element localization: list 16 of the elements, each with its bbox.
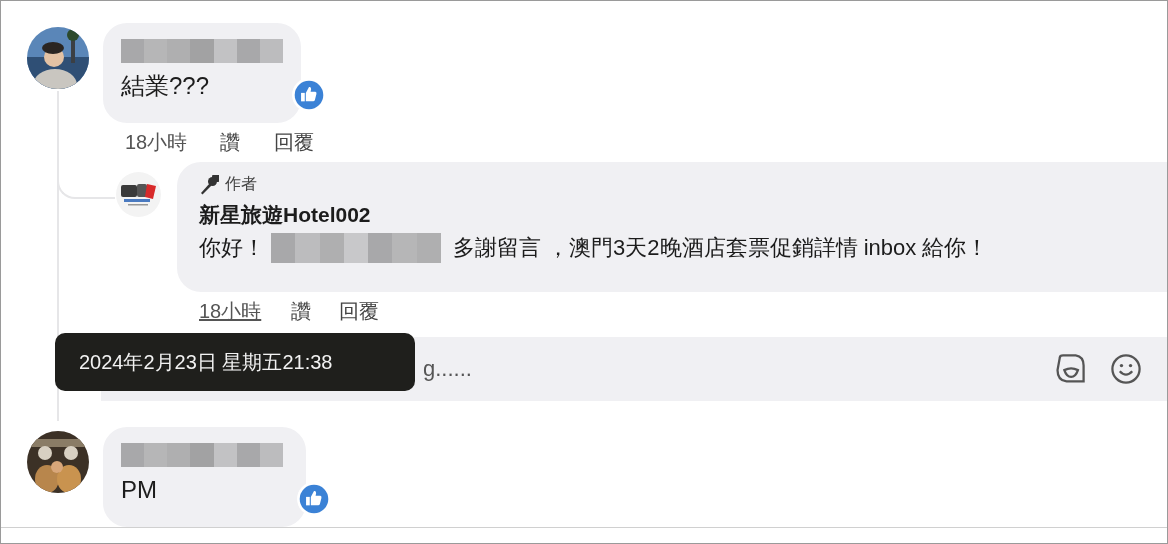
like-link[interactable]: 讚: [291, 298, 312, 325]
sticker-icon[interactable]: [1053, 352, 1087, 386]
emoji-icon[interactable]: [1109, 352, 1143, 386]
author-name[interactable]: 新星旅遊Hotel002: [199, 201, 1167, 229]
microphone-icon: [199, 174, 219, 195]
like-link[interactable]: 讚: [220, 129, 241, 156]
timestamp[interactable]: 18小時: [199, 298, 262, 325]
reply-link[interactable]: 回覆: [339, 298, 380, 325]
reply-greeting: 你好！: [199, 234, 265, 262]
reply-text: 多謝留言 ，澳門3天2晚酒店套票促銷詳情 inbox 給你！: [453, 234, 989, 262]
reply-link[interactable]: 回覆: [274, 129, 315, 156]
comment-text: 結業???: [121, 71, 211, 101]
comment-text: PM: [121, 475, 158, 505]
author-label: 作者: [225, 174, 257, 194]
timestamp[interactable]: 18小時: [125, 129, 188, 156]
date-tooltip: 2024年2月23日 星期五21:38: [55, 333, 415, 391]
